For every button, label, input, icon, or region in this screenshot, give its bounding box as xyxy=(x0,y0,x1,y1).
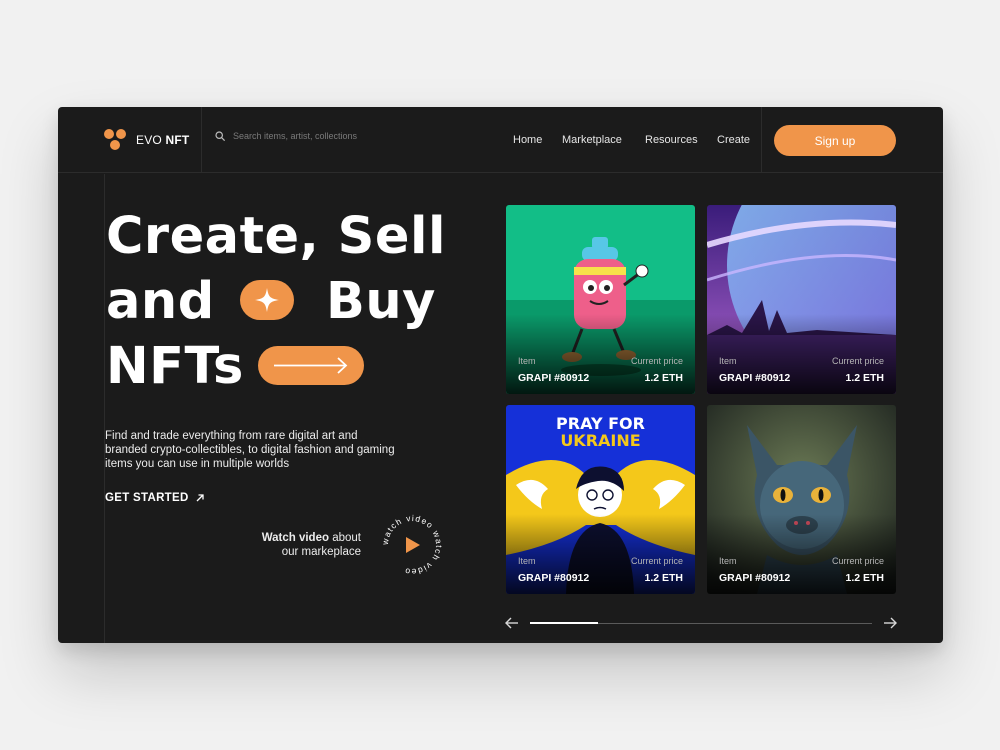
nav-create[interactable]: Create xyxy=(717,134,750,146)
play-icon xyxy=(406,537,420,553)
card-price-label: Current price xyxy=(831,356,884,366)
card-price: 1.2 ETH xyxy=(644,372,683,384)
hero-title-line-2a: and xyxy=(106,272,215,331)
signup-button[interactable]: Sign up xyxy=(774,125,896,156)
nav-marketplace[interactable]: Marketplace xyxy=(562,134,622,146)
card-price-label: Current price xyxy=(630,556,683,566)
search-icon xyxy=(215,131,225,141)
arrow-pill-button[interactable] xyxy=(258,346,364,385)
nft-card[interactable]: Item Current price GRAPI #80912 1.2 ETH xyxy=(707,405,896,594)
card-title: GRAPI #80912 xyxy=(518,372,590,384)
card-price: 1.2 ETH xyxy=(845,572,884,584)
hero-title-line-1: Create, Sell xyxy=(106,207,446,266)
get-started-link[interactable]: GET STARTED xyxy=(105,492,205,504)
header-divider xyxy=(761,107,762,173)
sparkle-icon xyxy=(255,288,279,312)
hero-title-line-3: NFTs xyxy=(106,337,244,396)
card-item-label: Item xyxy=(518,556,536,566)
card-item-label: Item xyxy=(518,356,536,366)
watch-video-badge[interactable]: watch video watch video xyxy=(380,513,444,577)
search-input[interactable]: Search items, artist, collections xyxy=(215,131,357,141)
logo-icon xyxy=(104,127,130,153)
card-item-label: Item xyxy=(719,356,737,366)
brand-name: EVO NFT xyxy=(136,133,190,147)
arrow-up-right-icon xyxy=(196,494,204,502)
next-arrow-icon[interactable] xyxy=(882,616,898,630)
carousel-progress-fill xyxy=(530,622,599,624)
nav-resources[interactable]: Resources xyxy=(645,134,698,146)
hero-title-line-2b: Buy xyxy=(326,272,436,331)
long-arrow-icon xyxy=(274,357,348,374)
card-item-label: Item xyxy=(719,556,737,566)
get-started-label: GET STARTED xyxy=(105,492,189,504)
card-price-label: Current price xyxy=(831,556,884,566)
search-placeholder: Search items, artist, collections xyxy=(233,131,358,141)
card-price: 1.2 ETH xyxy=(845,372,884,384)
card-title: GRAPI #80912 xyxy=(518,572,590,584)
card-title: GRAPI #80912 xyxy=(719,372,791,384)
top-navbar: EVO NFT Search items, artist, collection… xyxy=(58,107,943,173)
nft-card[interactable]: Item Current price GRAPI #80912 1.2 ETH xyxy=(506,205,695,394)
hero-description: Find and trade everything from rare digi… xyxy=(105,430,395,470)
carousel-progress[interactable] xyxy=(530,622,872,624)
nft-card[interactable]: PRAY FOR UKRAINE Item Current price GRAP… xyxy=(506,405,695,594)
header-divider xyxy=(201,107,202,173)
card-price-label: Current price xyxy=(630,356,683,366)
sparkle-pill xyxy=(240,280,294,320)
nft-card[interactable]: Item Current price GRAPI #80912 1.2 ETH xyxy=(707,205,896,394)
watch-video-text: Watch video about our markeplace xyxy=(261,532,361,558)
prev-arrow-icon[interactable] xyxy=(504,616,520,630)
poster-headline: PRAY FOR UKRAINE xyxy=(556,414,645,450)
brand-logo[interactable]: EVO NFT xyxy=(104,127,189,153)
app-window: EVO NFT Search items, artist, collection… xyxy=(58,107,943,643)
nav-home[interactable]: Home xyxy=(513,134,542,146)
card-price: 1.2 ETH xyxy=(644,572,683,584)
left-guide-line xyxy=(104,174,105,643)
card-title: GRAPI #80912 xyxy=(719,572,791,584)
